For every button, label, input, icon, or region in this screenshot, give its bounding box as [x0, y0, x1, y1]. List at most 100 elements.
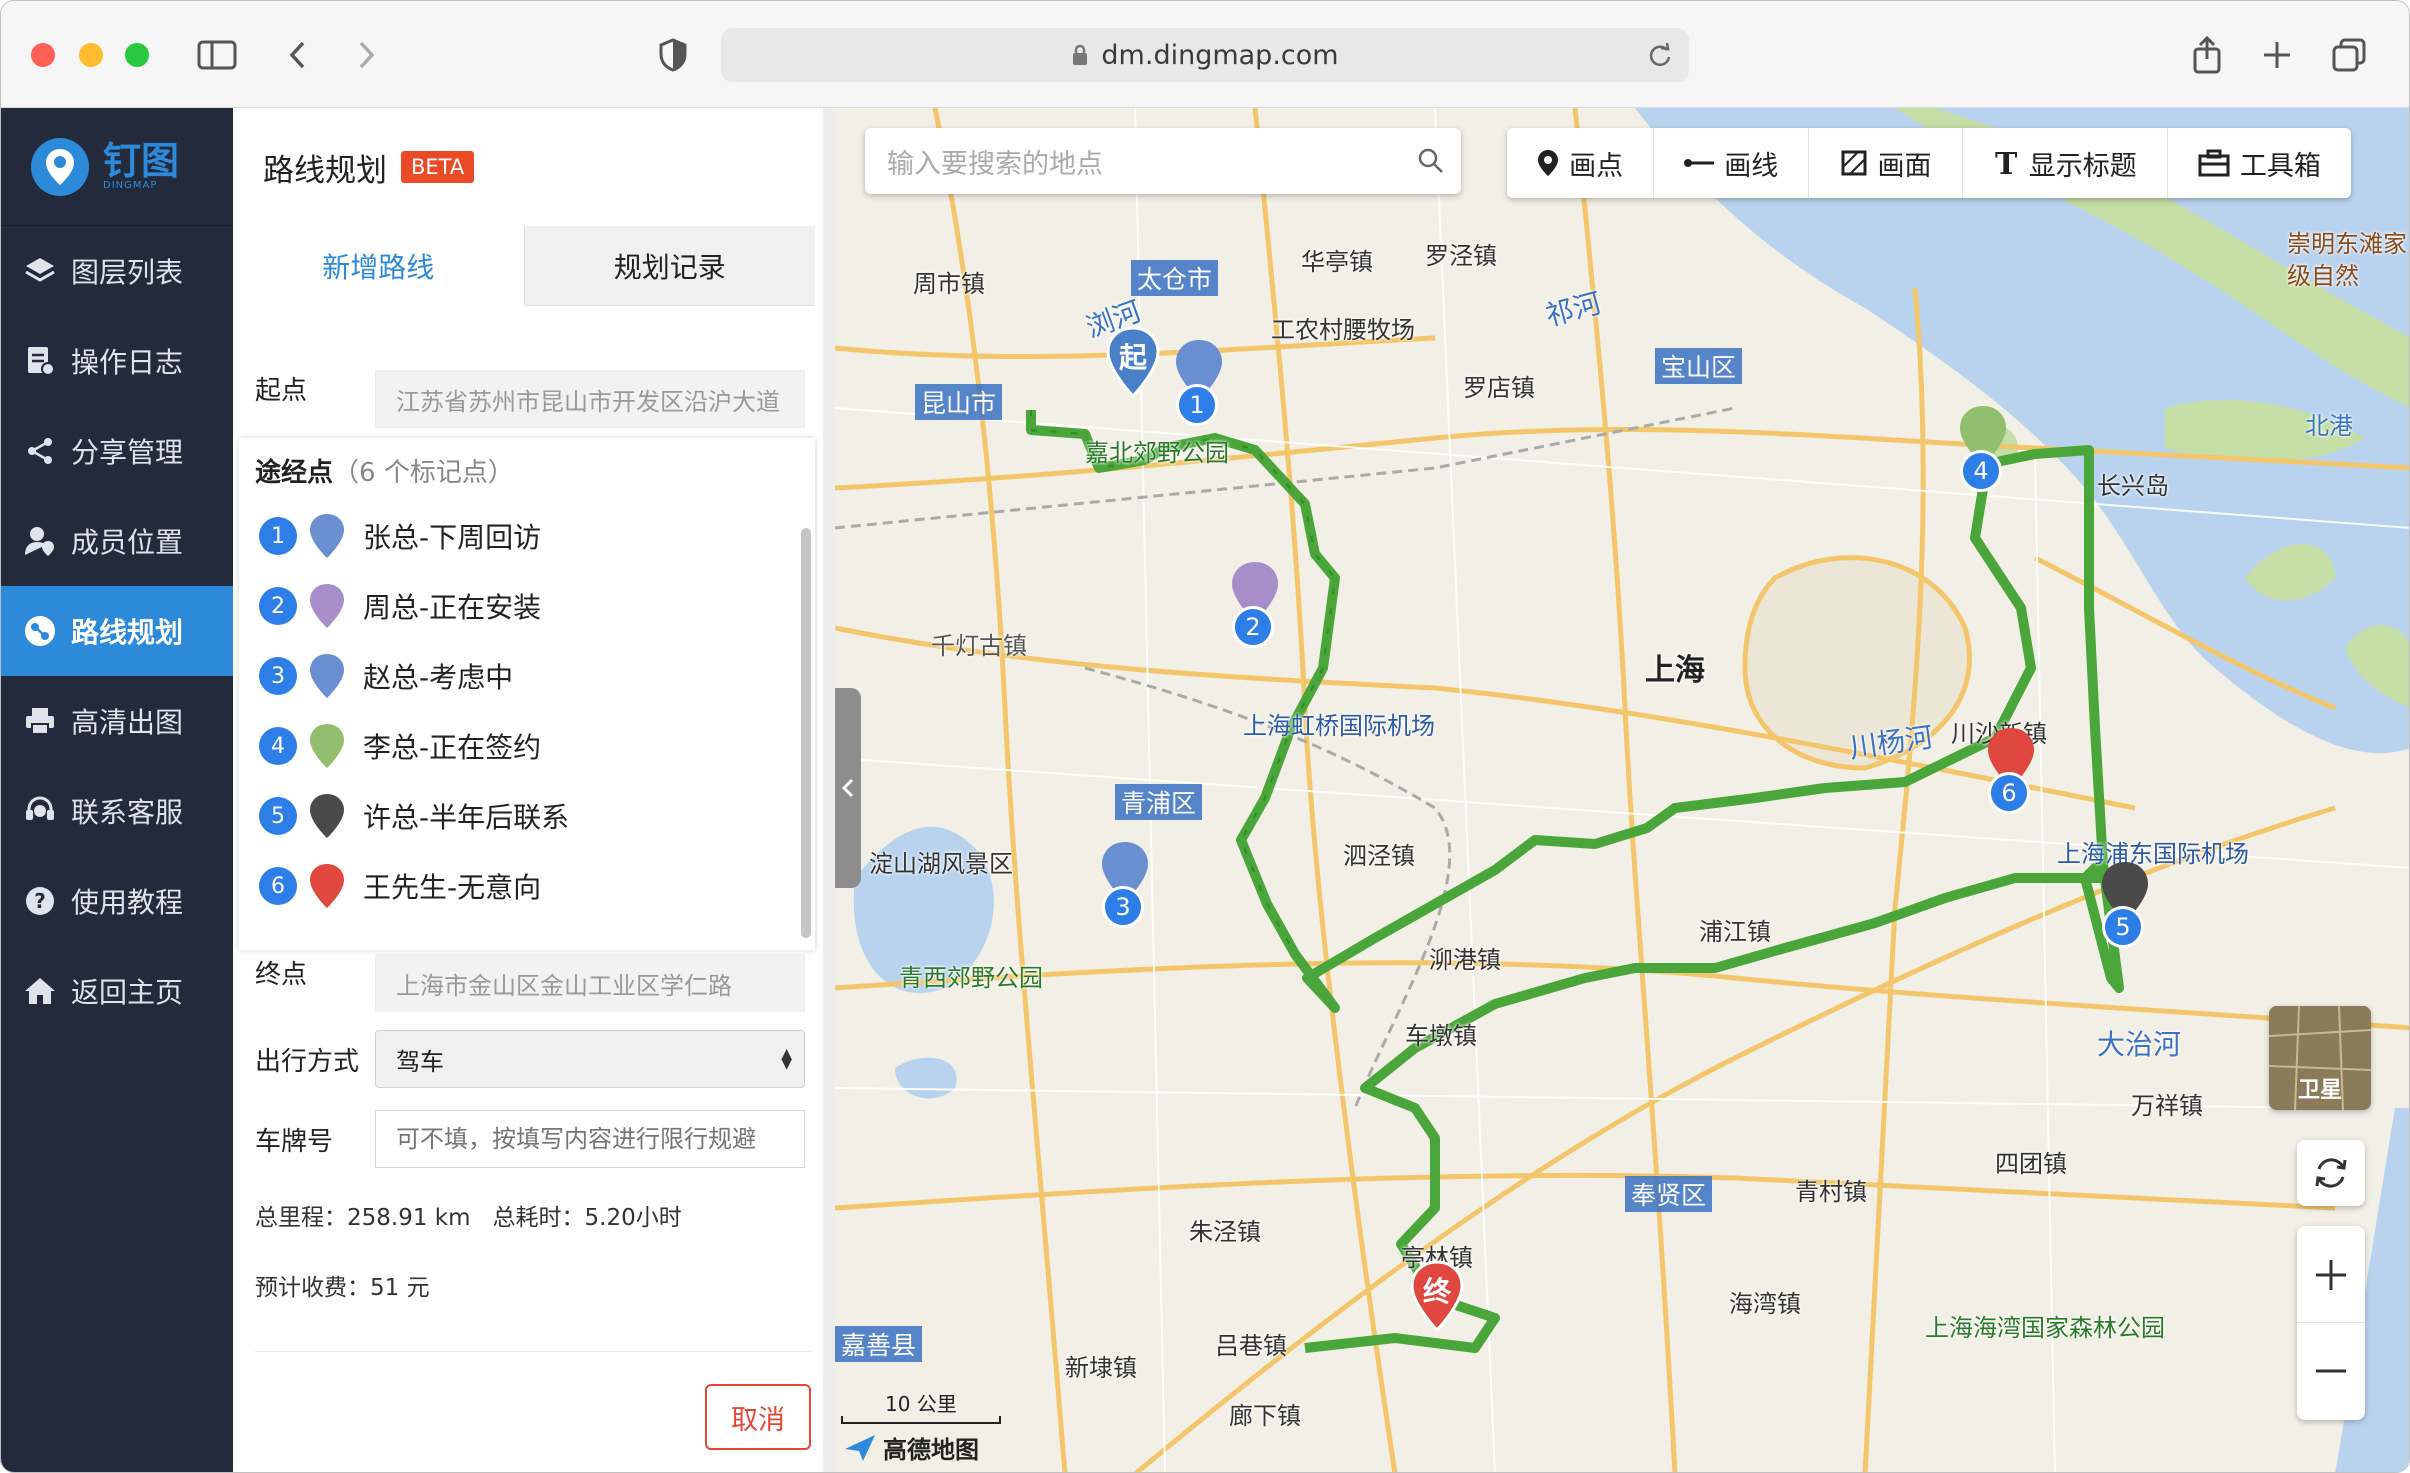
app-logo[interactable]: 钉图 DINGMAP [1, 108, 233, 226]
map-label-qingcun: 青村镇 [1795, 1178, 1867, 1206]
sidebar-item-support[interactable]: 联系客服 [1, 766, 233, 856]
waypoint-pin-icon [307, 512, 347, 560]
map-waypoint-number: 6 [1988, 772, 2030, 814]
cancel-button[interactable]: 取消 [705, 1384, 811, 1450]
map-scale-bar [841, 1416, 1001, 1424]
map-label-qiqiao: 泖港镇 [1429, 946, 1501, 974]
log-icon [23, 344, 57, 378]
tab-overview-icon[interactable] [2323, 29, 2375, 81]
draw-point-button[interactable]: 画点 [1507, 128, 1655, 198]
map-waypoint-number: 2 [1232, 606, 1274, 648]
plate-label: 车牌号 [255, 1126, 334, 1157]
sidebar-item-label: 联系客服 [71, 796, 184, 829]
draw-point-label: 画点 [1569, 150, 1624, 182]
share-icon [23, 434, 57, 468]
map-waypoint-marker[interactable]: 6 [1985, 726, 2037, 836]
search-icon[interactable] [1417, 147, 1445, 175]
waypoint-item[interactable]: 1 张总-下周回访 [259, 506, 541, 566]
map-label-changxing: 长兴岛 [2097, 472, 2169, 500]
map-label-zhujing: 朱泾镇 [1189, 1218, 1261, 1246]
minimize-window-button[interactable] [79, 43, 103, 67]
waypoint-item[interactable]: 2 周总-正在安装 [259, 576, 541, 636]
map-label-baoshan: 宝山区 [1655, 348, 1743, 384]
map-label-chedun: 车墩镇 [1405, 1022, 1477, 1050]
back-icon[interactable] [271, 29, 323, 81]
sidebar-item-route[interactable]: 路线规划 [1, 586, 233, 676]
sidebar-item-share[interactable]: 分享管理 [1, 406, 233, 496]
map-waypoint-marker[interactable]: 4 [1957, 404, 2009, 514]
start-field[interactable]: 江苏省苏州市昆山市开发区沿沪大道 [375, 370, 805, 428]
waypoint-name: 张总-下周回访 [363, 521, 542, 554]
chevron-left-icon [842, 778, 854, 798]
toolbox-button[interactable]: 工具箱 [2168, 128, 2351, 198]
forward-icon[interactable] [341, 29, 393, 81]
toolbox-icon [2198, 149, 2230, 177]
map-waypoint-marker[interactable]: 3 [1099, 840, 1151, 950]
satellite-toggle[interactable]: 卫星 [2269, 1006, 2371, 1110]
close-window-button[interactable] [31, 43, 55, 67]
sidebar-item-member-location[interactable]: 成员位置 [1, 496, 233, 586]
sidebar-item-home[interactable]: 返回主页 [1, 946, 233, 1036]
panel-scrollbar[interactable] [823, 108, 835, 1472]
waypoints-count: （6 个标记点） [333, 458, 514, 488]
map-label-taicang: 太仓市 [1131, 260, 1219, 296]
share-page-icon[interactable] [2181, 29, 2233, 81]
sidebar-item-help[interactable]: ? 使用教程 [1, 856, 233, 946]
map-waypoint-number: 4 [1960, 450, 2002, 492]
show-title-label: 显示标题 [2028, 150, 2137, 182]
map-label-huating: 华亭镇 [1301, 248, 1373, 276]
minus-icon [2316, 1369, 2346, 1373]
map-label-fengxian: 奉贤区 [1625, 1176, 1713, 1212]
waypoint-item[interactable]: 6 王先生-无意向 [259, 856, 541, 916]
sidebar-item-label: 图层列表 [71, 256, 184, 289]
waypoint-item[interactable]: 3 赵总-考虑中 [259, 646, 513, 706]
sidebar-item-layers[interactable]: 图层列表 [1, 226, 233, 316]
waypoint-name: 周总-正在安装 [363, 591, 542, 624]
new-tab-icon[interactable] [2251, 29, 2303, 81]
waypoint-item[interactable]: 4 李总-正在签约 [259, 716, 541, 776]
support-icon [23, 794, 57, 828]
map-search-input[interactable]: 输入要搜索的地点 [865, 128, 1461, 194]
reload-icon[interactable] [1647, 42, 1673, 68]
zoom-in-button[interactable] [2297, 1227, 2365, 1323]
sidebar-toggle-icon[interactable] [191, 29, 243, 81]
reset-view-button[interactable] [2297, 1140, 2365, 1206]
map-label-chongming: 崇明东滩家级自然 [2287, 230, 2407, 290]
refresh-icon [2315, 1158, 2347, 1188]
zoom-window-button[interactable] [125, 43, 149, 67]
show-title-button[interactable]: T 显示标题 [1963, 128, 2168, 198]
member-location-icon [23, 524, 57, 558]
map-waypoint-marker[interactable]: 5 [2099, 860, 2151, 970]
map-waypoint-marker[interactable]: 2 [1229, 560, 1281, 670]
draw-polygon-button[interactable]: 画面 [1809, 128, 1963, 198]
zoom-out-button[interactable] [2297, 1323, 2365, 1419]
privacy-shield-icon[interactable] [647, 29, 699, 81]
waypoints-box: 途经点（6 个标记点） 1 张总-下周回访 2 周总-正在安装 3 赵总-考虑中 4 李总-正… [239, 438, 815, 950]
logo-pin-icon [31, 137, 89, 196]
tab-new-route[interactable]: 新增路线 [233, 226, 525, 306]
end-marker[interactable]: 终 [1409, 1260, 1465, 1336]
draw-line-button[interactable]: 画线 [1654, 128, 1810, 198]
map-canvas[interactable]: 输入要搜索的地点 画点 画线 画面 T 显示标题 工具箱 上海 太仓市 昆山市 宝… [835, 108, 2409, 1472]
beta-badge: BETA [401, 151, 475, 183]
travel-mode-select[interactable]: 驾车 ▲ ▼ [375, 1030, 805, 1088]
browser-window: dm.dingmap.com 钉图 DINGMAP 图层列表操作日志 分享管理 成员位… [0, 0, 2410, 1473]
travel-mode-label: 出行方式 [255, 1046, 360, 1077]
title-icon: T [1995, 149, 2018, 177]
waypoints-scrollbar[interactable] [801, 528, 811, 938]
sidebar-item-log[interactable]: 操作日志 [1, 316, 233, 406]
start-marker[interactable]: 起 [1105, 326, 1161, 402]
end-field[interactable]: 上海市金山区金山工业区学仁路 [375, 954, 805, 1012]
waypoint-item[interactable]: 5 许总-半年后联系 [259, 786, 569, 846]
map-label-qiandeng: 千灯古镇 [931, 632, 1027, 660]
layers-icon [23, 254, 57, 288]
map-waypoint-marker[interactable]: 1 [1173, 338, 1225, 448]
collapse-panel-handle[interactable] [835, 688, 861, 888]
map-label-haiwan-park: 上海海湾国家森林公园 [1925, 1314, 2165, 1342]
sidebar-item-print[interactable]: 高清出图 [1, 676, 233, 766]
plate-input[interactable] [375, 1110, 805, 1168]
address-bar[interactable]: dm.dingmap.com [721, 28, 1689, 82]
panel-title: 路线规划 [263, 152, 387, 189]
total-duration: 总耗时：5.20小时 [492, 1205, 682, 1231]
tab-route-history[interactable]: 规划记录 [524, 226, 815, 306]
